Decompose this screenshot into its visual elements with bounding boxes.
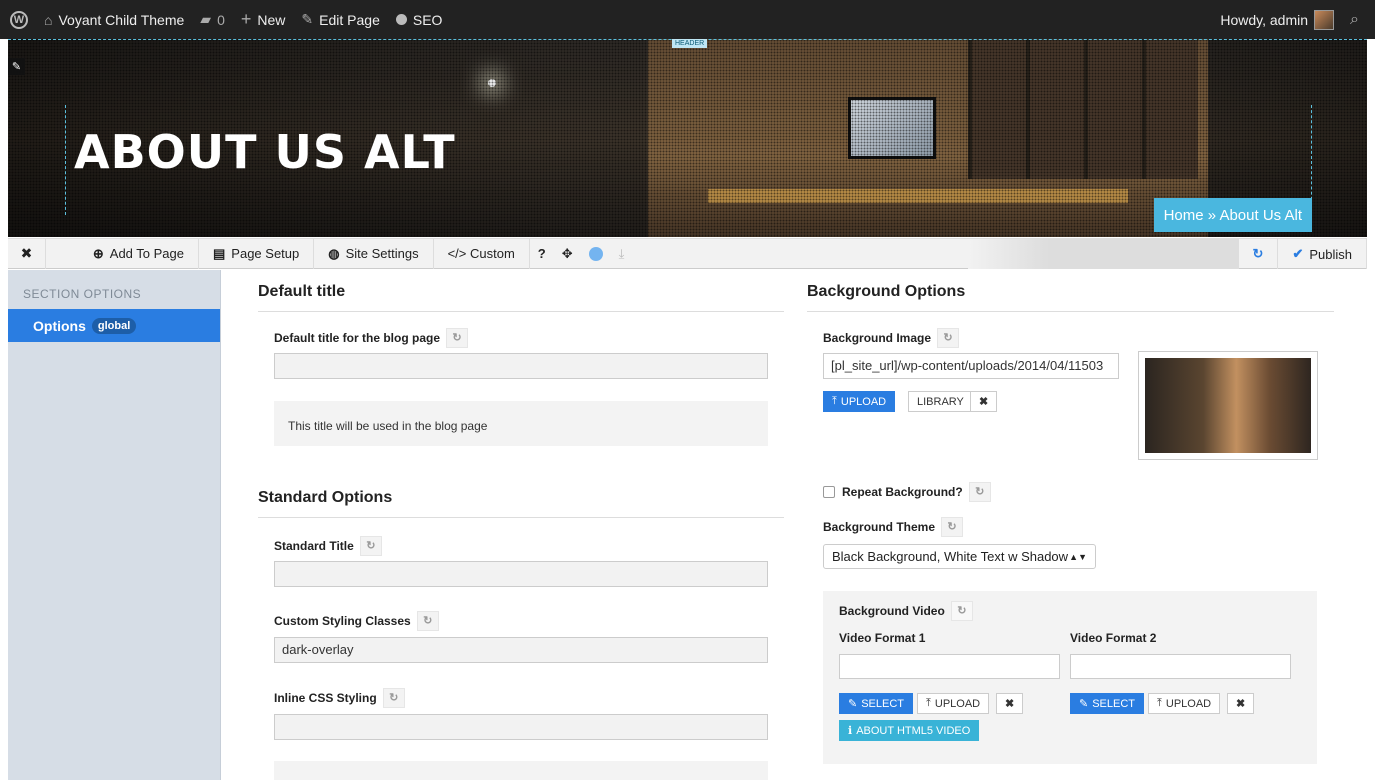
close-editor-button[interactable]: ✖ (8, 238, 46, 269)
video-2-upload-button[interactable]: ⤒ UPLOAD (1148, 693, 1221, 714)
site-settings-button[interactable]: ◍ Site Settings (314, 238, 434, 269)
background-theme-label: Background Theme ↻ (823, 517, 964, 537)
edit-section-pencil-icon[interactable]: ✎ (8, 58, 25, 75)
inline-css-input[interactable] (274, 714, 768, 740)
video-format-1-label: Video Format 1 (839, 631, 926, 645)
edit-icon: ✎ (848, 698, 858, 710)
custom-classes-label: Custom Styling Classes ↻ (274, 611, 439, 631)
edit-page-link[interactable]: ✎ Edit Page (293, 0, 387, 39)
background-image-preview (1138, 351, 1318, 460)
video-1-remove-button[interactable]: ✖ (996, 693, 1024, 714)
avatar (1314, 9, 1335, 30)
reset-icon[interactable]: ↻ (359, 536, 382, 556)
video-1-select-button[interactable]: ✎ SELECT (839, 693, 914, 714)
custom-code-button[interactable]: </> Custom (434, 238, 530, 269)
video-2-select-button[interactable]: ✎ SELECT (1070, 693, 1145, 714)
seo-link[interactable]: SEO (388, 0, 451, 39)
reset-icon[interactable]: ↻ (950, 601, 973, 621)
check-icon: ✔ (1292, 246, 1304, 261)
repeat-background-label: Repeat Background? ↻ (823, 482, 991, 502)
search-icon[interactable]: ⌕ (1342, 0, 1367, 39)
default-title-label: Default title for the blog page ↻ (274, 328, 469, 348)
new-link[interactable]: + New (233, 0, 294, 39)
globe-icon: ◍ (328, 245, 340, 261)
comment-icon: ▰ (200, 11, 212, 27)
my-account-link[interactable]: Howdy, admin (1212, 0, 1342, 39)
edit-icon: ✎ (1079, 698, 1089, 710)
background-video-panel: Background Video ↻ Video Format 1 Video F… (823, 591, 1317, 764)
plus-circle-icon: ⊕ (92, 245, 104, 261)
header-section-tag: HEADER (672, 39, 708, 48)
custom-classes-input[interactable]: dark-overlay (274, 637, 768, 663)
add-to-page-button[interactable]: ⊕ Add To Page (46, 238, 199, 269)
background-options-heading: Background Options (807, 283, 1334, 312)
circle-icon (395, 14, 407, 25)
move-icon[interactable]: ✥ (554, 239, 581, 269)
standard-title-input[interactable] (274, 561, 768, 587)
wordpress-logo-icon[interactable]: W (0, 0, 36, 39)
help-icon[interactable]: ? (530, 239, 554, 269)
publish-button[interactable]: ✔ Publish (1278, 239, 1367, 269)
editor-toolbar: ✖ ⊕ Add To Page ▤ Page Setup ◍ Site Setting… (8, 238, 1367, 269)
about-html5-video-button[interactable]: ℹ ABOUT HTML5 VIDEO (839, 720, 980, 741)
reset-icon[interactable]: ↻ (446, 328, 469, 348)
site-name-link[interactable]: ⌂ Voyant Child Theme (36, 0, 192, 39)
breadcrumb[interactable]: Home » About Us Alt (1153, 198, 1312, 232)
sidebar-item-options[interactable]: Options global (8, 309, 220, 342)
reset-icon[interactable]: ↻ (941, 517, 964, 537)
page-setup-button[interactable]: ▤ Page Setup (199, 238, 315, 269)
default-title-heading: Default title (258, 283, 784, 312)
page-title: ABOUT US ALT (74, 125, 456, 179)
section-options-sidebar: SECTION OPTIONS Options global (8, 270, 221, 780)
upload-icon: ⤒ (832, 395, 837, 407)
reset-icon[interactable]: ↻ (968, 482, 991, 502)
pencil-icon: ✎ (301, 11, 314, 27)
video-1-upload-button[interactable]: ⤒ UPLOAD (917, 693, 990, 714)
refresh-icon[interactable]: ↻ (1237, 239, 1279, 269)
status-dot-icon[interactable] (581, 239, 611, 269)
default-title-help: This title will be used in the blog page (274, 401, 768, 446)
inline-css-help (274, 761, 768, 780)
reset-icon[interactable]: ↻ (937, 328, 960, 348)
video-format-1-input[interactable] (839, 654, 1060, 679)
toolbar-spacer (967, 239, 1238, 269)
default-title-input[interactable] (274, 353, 768, 379)
video-format-2-label: Video Format 2 (1070, 631, 1157, 645)
video-2-remove-button[interactable]: ✖ (1227, 693, 1255, 714)
upload-icon: ⤒ (926, 697, 931, 709)
plus-icon: + (240, 9, 252, 29)
library-button[interactable]: LIBRARY (908, 391, 973, 412)
admin-bar: W ⌂ Voyant Child Theme ▰ 0 + New ✎ Edit Page… (0, 0, 1375, 39)
standard-options-heading: Standard Options (258, 489, 784, 518)
file-icon: ▤ (213, 245, 226, 261)
upload-button[interactable]: ⤒ UPLOAD (823, 391, 896, 412)
comments-link[interactable]: ▰ 0 (192, 0, 233, 39)
video-format-2-input[interactable] (1070, 654, 1291, 679)
upload-icon: ⤒ (1157, 697, 1162, 709)
page-header-section: ABOUT US ALT Home » About Us Alt (8, 39, 1367, 237)
inline-css-label: Inline CSS Styling ↻ (274, 688, 405, 708)
global-badge: global (91, 317, 137, 334)
home-icon: ⌂ (44, 11, 53, 28)
updown-arrow-icon: ▲▼ (1069, 551, 1087, 562)
background-image-label: Background Image ↻ (823, 328, 960, 348)
download-icon[interactable]: ⤓ (611, 239, 633, 269)
background-video-label: Background Video ↻ (839, 601, 973, 621)
background-theme-select[interactable]: Black Background, White Text w Shadow ▲▼ (823, 544, 1096, 569)
info-icon: ℹ (848, 725, 853, 737)
reset-icon[interactable]: ↻ (382, 688, 405, 708)
section-options-label: SECTION OPTIONS (23, 287, 142, 301)
background-image-input[interactable]: [pl_site_url]/wp-content/uploads/2014/04… (823, 353, 1119, 379)
remove-image-button[interactable]: ✖ (970, 391, 998, 412)
standard-title-label: Standard Title ↻ (274, 536, 382, 556)
repeat-background-checkbox[interactable] (823, 486, 835, 498)
reset-icon[interactable]: ↻ (416, 611, 439, 631)
